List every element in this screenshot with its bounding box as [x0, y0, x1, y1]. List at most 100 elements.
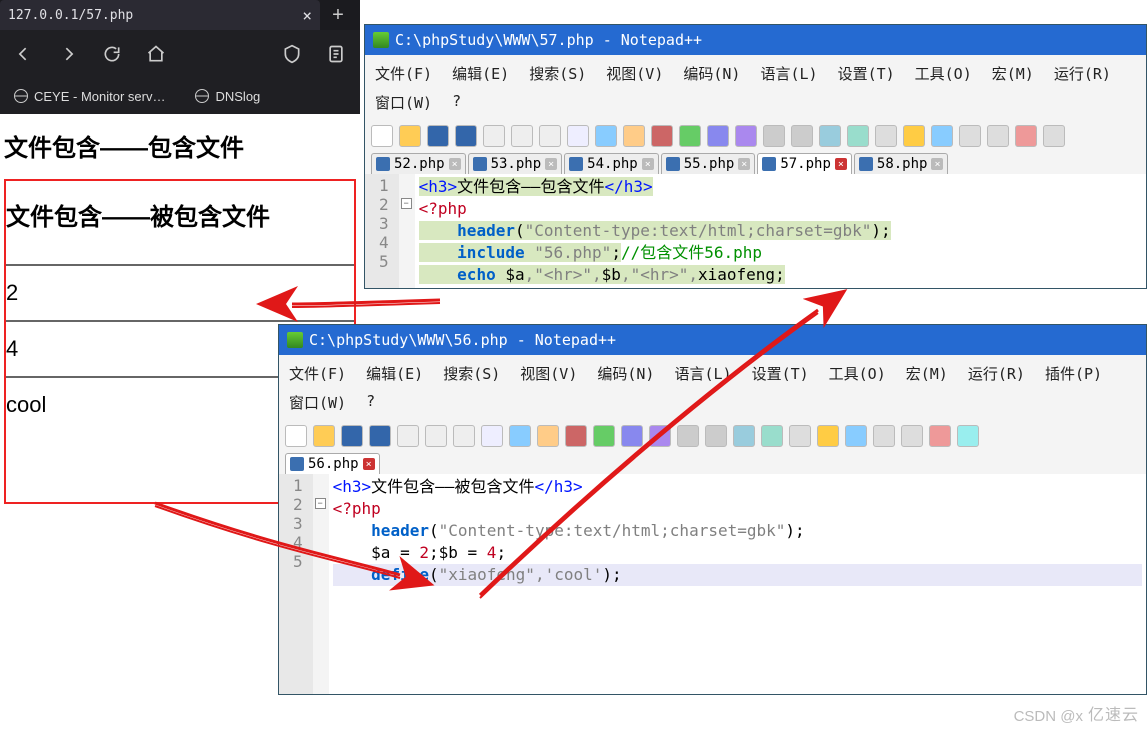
menu-macro[interactable]: 宏(M)	[982, 59, 1044, 88]
find-icon[interactable]	[707, 125, 729, 147]
redo-icon[interactable]	[593, 425, 615, 447]
close-icon[interactable]	[397, 425, 419, 447]
code-content[interactable]: <h3>文件包含——包含文件</h3> <?php header("Conten…	[415, 174, 895, 288]
tab-close-icon[interactable]: ×	[449, 158, 461, 170]
close-icon[interactable]	[483, 125, 505, 147]
menu-help[interactable]: ?	[442, 88, 471, 117]
print-icon[interactable]	[453, 425, 475, 447]
more-icon[interactable]	[959, 125, 981, 147]
code-content[interactable]: <h3>文件包含——被包含文件</h3> <?php header("Conte…	[329, 474, 1146, 694]
editor-area[interactable]: 12345 − <h3>文件包含——包含文件</h3> <?php header…	[365, 174, 1146, 288]
menu-settings[interactable]: 设置(T)	[742, 359, 819, 388]
paste-icon[interactable]	[537, 425, 559, 447]
copy-icon[interactable]	[509, 425, 531, 447]
window-title-bar[interactable]: C:\phpStudy\WWW\56.php - Notepad++	[279, 325, 1146, 355]
forward-icon[interactable]	[58, 44, 78, 64]
saveall-icon[interactable]	[455, 125, 477, 147]
zoomout-icon[interactable]	[791, 125, 813, 147]
closeall-icon[interactable]	[425, 425, 447, 447]
menu-search[interactable]: 搜索(S)	[519, 59, 596, 88]
folder-icon[interactable]	[817, 425, 839, 447]
open-icon[interactable]	[313, 425, 335, 447]
menu-edit[interactable]: 编辑(E)	[356, 359, 433, 388]
menu-encoding[interactable]: 编码(N)	[587, 359, 664, 388]
paste-icon[interactable]	[623, 125, 645, 147]
menu-language[interactable]: 语言(L)	[750, 59, 827, 88]
menu-view[interactable]: 视图(V)	[596, 59, 673, 88]
menu-view[interactable]: 视图(V)	[510, 359, 587, 388]
wrap-icon[interactable]	[819, 125, 841, 147]
copy-icon[interactable]	[595, 125, 617, 147]
saveall-icon[interactable]	[369, 425, 391, 447]
fold-margin[interactable]: −	[399, 174, 415, 288]
editor-area[interactable]: 12345 − <h3>文件包含——被包含文件</h3> <?php heade…	[279, 474, 1146, 694]
home-icon[interactable]	[146, 44, 166, 64]
menu-file[interactable]: 文件(F)	[279, 359, 356, 388]
menu-search[interactable]: 搜索(S)	[433, 359, 510, 388]
bookmark-dnslog[interactable]: DNSlog	[195, 89, 260, 104]
more2-icon[interactable]	[987, 125, 1009, 147]
play-icon[interactable]	[1043, 125, 1065, 147]
refresh-icon[interactable]	[102, 44, 122, 64]
menu-run[interactable]: 运行(R)	[958, 359, 1035, 388]
back-icon[interactable]	[14, 44, 34, 64]
undo-icon[interactable]	[651, 125, 673, 147]
undo-icon[interactable]	[565, 425, 587, 447]
menu-language[interactable]: 语言(L)	[664, 359, 741, 388]
menu-file[interactable]: 文件(F)	[365, 59, 442, 88]
new-icon[interactable]	[371, 125, 393, 147]
cut-icon[interactable]	[481, 425, 503, 447]
menu-help[interactable]: ?	[356, 388, 385, 417]
new-tab-button[interactable]: +	[320, 0, 356, 30]
cut-icon[interactable]	[567, 125, 589, 147]
indent-icon[interactable]	[789, 425, 811, 447]
menu-window[interactable]: 窗口(W)	[365, 88, 442, 117]
zoomin-icon[interactable]	[677, 425, 699, 447]
zoomout-icon[interactable]	[705, 425, 727, 447]
open-icon[interactable]	[399, 125, 421, 147]
menu-run[interactable]: 运行(R)	[1044, 59, 1121, 88]
menu-encoding[interactable]: 编码(N)	[673, 59, 750, 88]
menu-macro[interactable]: 宏(M)	[896, 359, 958, 388]
more2-icon[interactable]	[901, 425, 923, 447]
file-tab[interactable]: 58.php×	[854, 153, 949, 174]
bookmark-ceye[interactable]: CEYE - Monitor serv…	[14, 89, 165, 104]
file-tab-active[interactable]: 57.php×	[757, 153, 852, 174]
menu-tools[interactable]: 工具(O)	[819, 359, 896, 388]
menu-window[interactable]: 窗口(W)	[279, 388, 356, 417]
fold-margin[interactable]: −	[313, 474, 329, 694]
file-tab[interactable]: 52.php×	[371, 153, 466, 174]
menu-plugins[interactable]: 插件(P)	[1035, 359, 1112, 388]
find-icon[interactable]	[621, 425, 643, 447]
window-title-bar[interactable]: C:\phpStudy\WWW\57.php - Notepad++	[365, 25, 1146, 55]
rec-icon[interactable]	[1015, 125, 1037, 147]
redo-icon[interactable]	[679, 125, 701, 147]
file-tab-active[interactable]: 56.php×	[285, 453, 380, 474]
tab-close-icon[interactable]: ×	[738, 158, 750, 170]
menu-tools[interactable]: 工具(O)	[905, 59, 982, 88]
save-icon[interactable]	[341, 425, 363, 447]
wrap-icon[interactable]	[733, 425, 755, 447]
func-icon[interactable]	[931, 125, 953, 147]
file-tab[interactable]: 54.php×	[564, 153, 659, 174]
file-tab[interactable]: 53.php×	[468, 153, 563, 174]
new-icon[interactable]	[285, 425, 307, 447]
zoomin-icon[interactable]	[763, 125, 785, 147]
shield-icon[interactable]	[282, 44, 302, 64]
menu-settings[interactable]: 设置(T)	[828, 59, 905, 88]
closeall-icon[interactable]	[511, 125, 533, 147]
func-icon[interactable]	[845, 425, 867, 447]
file-tab[interactable]: 55.php×	[661, 153, 756, 174]
reader-icon[interactable]	[326, 44, 346, 64]
tab-close-icon[interactable]: ×	[835, 158, 847, 170]
browser-tab[interactable]: 127.0.0.1/57.php ×	[0, 0, 320, 30]
tab-close-icon[interactable]: ×	[363, 458, 375, 470]
tab-close-icon[interactable]: ×	[545, 158, 557, 170]
rec-icon[interactable]	[929, 425, 951, 447]
eye-icon[interactable]	[957, 425, 979, 447]
more-icon[interactable]	[873, 425, 895, 447]
tab-close-icon[interactable]: ×	[642, 158, 654, 170]
allchars-icon[interactable]	[761, 425, 783, 447]
menu-edit[interactable]: 编辑(E)	[442, 59, 519, 88]
indent-icon[interactable]	[875, 125, 897, 147]
